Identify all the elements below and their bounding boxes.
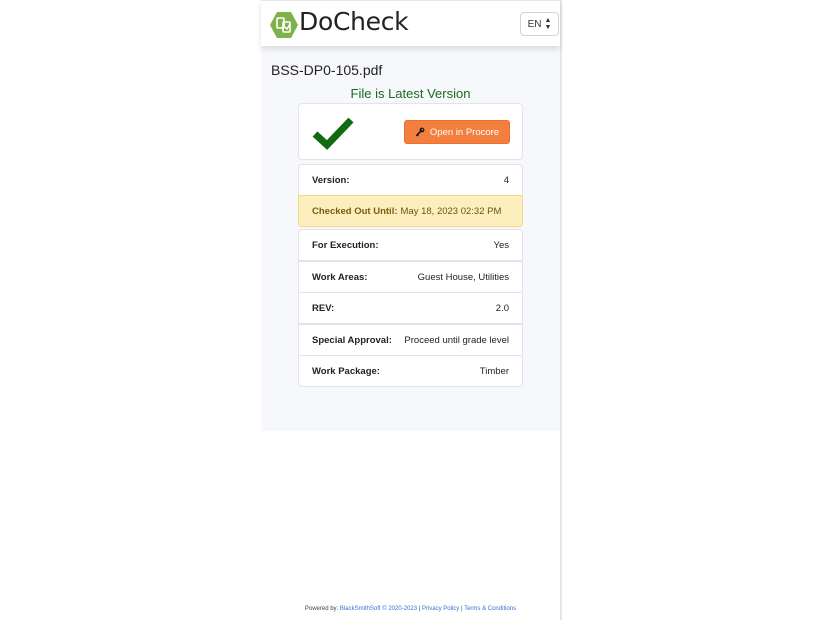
- detail-value: Guest House, Utilities: [417, 271, 509, 283]
- detail-label: REV:: [312, 302, 335, 314]
- terms-link[interactable]: Terms & Conditions: [464, 606, 516, 612]
- detail-row-for-execution: For Execution: Yes: [298, 229, 523, 261]
- detail-row-rev: REV: 2.0: [298, 292, 523, 324]
- checkmark-icon: [312, 117, 354, 150]
- docheck-logo-icon: [270, 12, 298, 38]
- key-icon: [415, 127, 425, 137]
- powered-by-text: Powered by:: [304, 606, 339, 612]
- sort-caret-icon: ▲ ▼: [544, 17, 552, 31]
- detail-value: Timber: [479, 365, 509, 377]
- detail-row-work-package: Work Package: Timber: [298, 355, 523, 387]
- detail-value: 2.0: [495, 302, 509, 314]
- detail-row-special-approval: Special Approval: Proceed until grade le…: [298, 324, 523, 356]
- footer-separator: |: [418, 606, 421, 612]
- detail-label: Special Approval:: [312, 334, 392, 346]
- detail-label: For Execution:: [312, 239, 379, 251]
- file-status: File is Latest Version: [350, 86, 471, 101]
- main-content: BSS-DP0-105.pdf File is Latest Version O…: [261, 46, 560, 431]
- detail-label: Checked Out Until:: [312, 205, 398, 217]
- file-name: BSS-DP0-105.pdf: [271, 62, 383, 78]
- footer: Powered by: BlackSmithSoft © 2020-2023 |…: [261, 606, 560, 612]
- language-select[interactable]: EN ▲ ▼: [520, 12, 559, 36]
- detail-row-work-areas: Work Areas: Guest House, Utilities: [298, 261, 523, 293]
- detail-value: Proceed until grade level: [404, 334, 509, 346]
- status-card: Open in Procore: [298, 103, 523, 160]
- detail-row-version: Version: 4: [298, 164, 523, 196]
- detail-value: May 18, 2023 02:32 PM: [400, 205, 502, 217]
- detail-value: Yes: [493, 239, 510, 251]
- detail-value: 4: [503, 174, 509, 186]
- open-in-procore-button[interactable]: Open in Procore: [404, 120, 510, 144]
- language-value: EN: [527, 18, 542, 30]
- detail-label: Work Package:: [312, 365, 380, 377]
- detail-label: Version:: [312, 174, 350, 186]
- navbar: DoCheck EN ▲ ▼: [261, 0, 560, 46]
- detail-row-checked-out: Checked Out Until: May 18, 2023 02:32 PM: [298, 195, 523, 227]
- footer-separator: |: [460, 606, 463, 612]
- open-in-procore-label: Open in Procore: [429, 126, 500, 138]
- company-link[interactable]: BlackSmithSoft © 2020-2023: [340, 606, 417, 612]
- app-frame: DoCheck EN ▲ ▼ BSS-DP0-105.pdf File is La…: [261, 0, 562, 620]
- privacy-policy-link[interactable]: Privacy Policy: [422, 606, 459, 612]
- brand-name[interactable]: DoCheck: [299, 7, 409, 36]
- detail-label: Work Areas:: [312, 271, 368, 283]
